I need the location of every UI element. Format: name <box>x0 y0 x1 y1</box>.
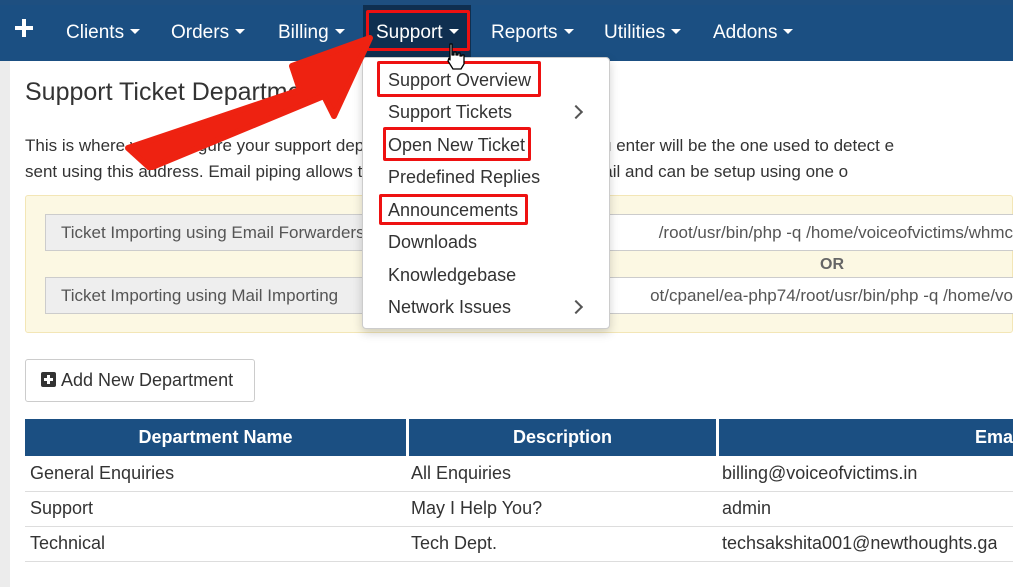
cell-email: billing@voiceofvictims.in <box>722 463 918 483</box>
email-forwarders-command-text: /root/usr/bin/php -q /home/voiceofvictim… <box>658 223 1013 242</box>
add-new-department-label: Add New Department <box>61 370 234 390</box>
menu-item-network-issues[interactable]: Network Issues <box>388 294 511 320</box>
cell-description: May I Help You? <box>411 498 543 518</box>
caret-down-icon <box>671 29 682 35</box>
chevron-right-icon <box>568 299 584 315</box>
announcements-highlight-box <box>379 194 528 225</box>
cell-description: Tech Dept. <box>411 533 498 553</box>
header-email[interactable]: Ema <box>719 419 1013 456</box>
cell-dept-name[interactable]: Technical <box>30 526 105 561</box>
header-department-name[interactable]: Department Name <box>25 419 406 456</box>
plus-icon[interactable] <box>13 17 35 39</box>
or-label: OR <box>820 256 844 273</box>
caret-down-icon <box>563 29 574 35</box>
add-new-department-button[interactable]: Add New Department <box>25 359 255 402</box>
menu-item-downloads[interactable]: Downloads <box>388 229 477 255</box>
nav-addons-label: Addons <box>713 22 778 43</box>
nav-addons[interactable]: Addons <box>713 5 794 61</box>
chevron-right-icon <box>568 104 584 120</box>
menu-item-predefined-replies[interactable]: Predefined Replies <box>388 164 540 190</box>
mail-importing-label: Ticket Importing using Mail Importing <box>45 277 375 314</box>
menu-item-knowledgebase[interactable]: Knowledgebase <box>388 262 516 288</box>
email-forwarders-label: Ticket Importing using Email Forwarders <box>45 214 375 251</box>
caret-down-icon <box>783 29 794 35</box>
cell-description: All Enquiries <box>411 463 512 483</box>
row-divider <box>25 561 1013 562</box>
nav-utilities-label: Utilities <box>604 22 666 43</box>
cell-email: admin <box>722 498 772 518</box>
mail-importing-command-text: ot/cpanel/ea-php74/root/usr/bin/php -q /… <box>650 286 1013 305</box>
nav-clients-label: Clients <box>66 22 125 43</box>
cell-email: techsakshita001@newthoughts.ga <box>722 533 998 553</box>
nav-utilities[interactable]: Utilities <box>604 5 682 61</box>
open-new-ticket-highlight-box <box>383 127 531 161</box>
plus-square-icon <box>41 371 56 387</box>
left-gutter <box>0 61 10 587</box>
header-description[interactable]: Description <box>409 419 716 456</box>
nav-reports-label: Reports <box>491 22 558 43</box>
cell-dept-name[interactable]: General Enquiries <box>30 456 174 491</box>
cell-dept-name[interactable]: Support <box>30 491 93 526</box>
hand-cursor-icon <box>447 43 465 70</box>
nav-reports[interactable]: Reports <box>491 5 574 61</box>
menu-item-support-tickets[interactable]: Support Tickets <box>388 99 512 125</box>
red-arrow-annotation <box>125 35 373 170</box>
support-dropdown-menu: Support Overview Support Tickets Open Ne… <box>362 57 610 329</box>
